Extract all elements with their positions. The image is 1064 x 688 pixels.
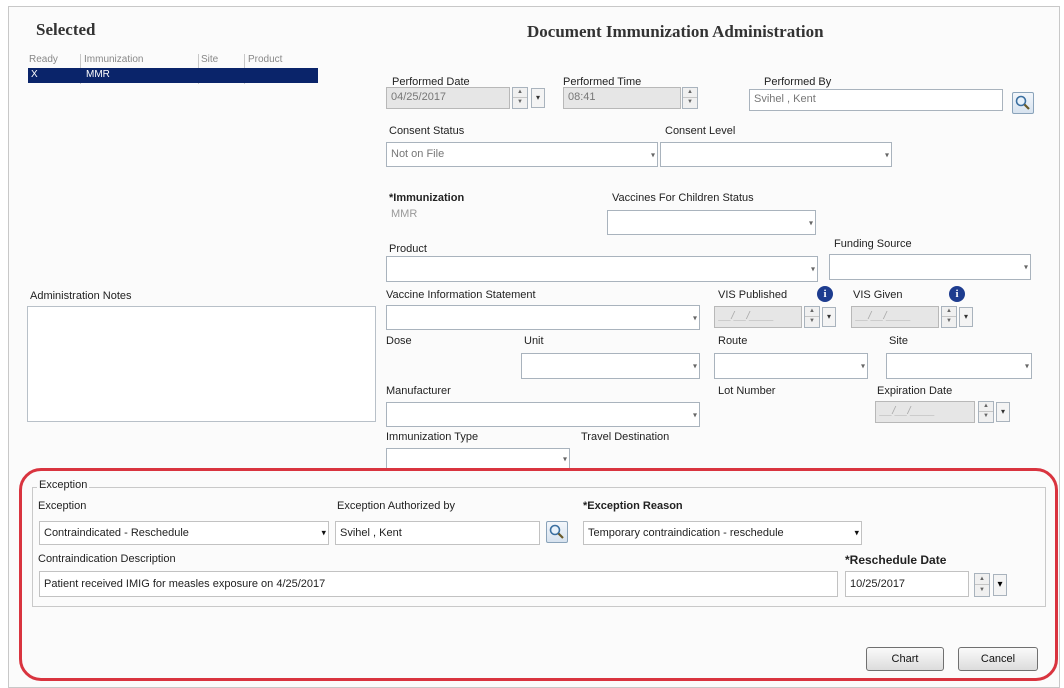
form-title: Document Immunization Administration [527,22,824,41]
chevron-down-icon: ▾ [692,313,697,322]
reschedule-date-dropdown[interactable]: ▾ [993,574,1007,596]
contra-desc-label: Contraindication Description [38,553,176,565]
consent-level-label: Consent Level [665,125,736,137]
row-ready: X [31,69,38,80]
expiration-date-dropdown[interactable]: ▾ [996,402,1010,422]
chevron-down-icon: ▾ [1024,361,1029,371]
immunization-label-text: Immunization [393,192,465,204]
row-immunization: MMR [86,69,110,80]
chevron-down-icon: ▾ [650,150,655,159]
product-label: Product [389,243,427,255]
site-label: Site [889,335,908,347]
immunization-type-label: Immunization Type [386,431,479,443]
dose-label: Dose [386,335,412,347]
unit-select[interactable]: ▾ [521,353,700,379]
vis-given-dropdown[interactable]: ▾ [959,307,973,327]
vis-label: Vaccine Information Statement [386,289,536,301]
performed-by-search-button[interactable] [1012,92,1034,114]
performed-time-spinner[interactable]: ▲ ▼ [682,87,698,109]
chevron-down-icon: ▾ [854,527,859,538]
travel-destination-label: Travel Destination [581,431,670,443]
immunization-value: MMR [391,208,418,220]
lot-number-label: Lot Number [718,385,776,397]
exception-select[interactable]: Contraindicated - Reschedule ▾ [39,521,329,545]
vis-given-spinner[interactable]: ▲ ▼ [941,306,957,328]
chevron-down-icon: ▾ [860,361,865,371]
reschedule-date-spinner[interactable]: ▲ ▼ [974,573,990,597]
vis-published-info-icon[interactable]: i [817,286,833,302]
unit-label: Unit [524,335,544,347]
consent-status-label: Consent Status [389,125,465,137]
consent-status-value: Not on File [391,148,445,160]
authorized-by-field[interactable]: Svihel , Kent [335,521,540,545]
vis-published-field[interactable]: __/__/____ [714,306,802,328]
product-select[interactable]: ▾ [386,256,818,282]
reschedule-date-field[interactable]: 10/25/2017 [845,571,969,597]
expiration-date-field[interactable]: __/__/____ [875,401,975,423]
admin-notes-label: Administration Notes [30,290,132,302]
performed-date-dropdown[interactable]: ▾ [531,88,545,108]
exception-reason-label: *Exception Reason [583,500,683,512]
exception-group-title: Exception [37,479,90,491]
authorized-by-label: Exception Authorized by [337,500,456,512]
funding-source-label: Funding Source [834,238,912,250]
chevron-down-icon: ▾ [562,454,567,464]
search-icon [549,524,564,539]
authorized-by-search-button[interactable] [546,521,568,543]
vis-published-label: VIS Published [718,289,788,301]
cancel-button[interactable]: Cancel [958,647,1038,671]
chevron-down-icon: ▾ [692,410,697,419]
performed-by-label: Performed By [764,76,832,88]
route-select[interactable]: ▾ [714,353,868,379]
reschedule-date-label: *Reschedule Date [845,553,947,567]
funding-source-select[interactable]: ▾ [829,254,1031,280]
expiration-date-label: Expiration Date [877,385,953,397]
route-label: Route [718,335,748,347]
search-icon [1015,95,1030,110]
selected-table-row[interactable]: X MMR [28,68,318,83]
immunization-type-select[interactable]: ▾ [386,448,570,470]
chart-button[interactable]: Chart [866,647,944,671]
chevron-down-icon: ▾ [808,218,813,227]
vis-published-spinner[interactable]: ▲ ▼ [804,306,820,328]
admin-notes-textarea[interactable] [27,306,376,422]
expiration-date-spinner[interactable]: ▲ ▼ [978,401,994,423]
consent-status-select[interactable]: Not on File ▾ [386,142,658,167]
manufacturer-select[interactable]: ▾ [386,402,700,427]
chevron-down-icon: ▾ [692,361,697,371]
performed-date-spinner[interactable]: ▲ ▼ [512,87,528,109]
chevron-down-icon: ▾ [810,264,815,274]
vis-given-label: VIS Given [853,289,903,301]
selected-title: Selected [36,20,96,39]
vfc-status-select[interactable]: ▾ [607,210,816,235]
consent-level-select[interactable]: ▾ [660,142,892,167]
chevron-down-icon: ▾ [321,527,326,538]
vis-published-dropdown[interactable]: ▾ [822,307,836,327]
exception-reason-select[interactable]: Temporary contraindication - reschedule … [583,521,862,545]
exception-value: Contraindicated - Reschedule [44,527,189,539]
site-select[interactable]: ▾ [886,353,1032,379]
contra-desc-field[interactable]: Patient received IMIG for measles exposu… [39,571,838,597]
exception-label: Exception [38,500,87,512]
vis-select[interactable]: ▾ [386,305,700,330]
immunization-label: *Immunization [389,192,464,204]
manufacturer-label: Manufacturer [386,385,451,397]
vis-given-field[interactable]: __/__/____ [851,306,939,328]
performed-time-field[interactable]: 08:41 [563,87,681,109]
exception-reason-value: Temporary contraindication - reschedule [588,527,784,539]
vis-given-info-icon[interactable]: i [949,286,965,302]
vfc-status-label: Vaccines For Children Status [612,192,754,204]
performed-by-field[interactable]: Svihel , Kent [749,89,1003,111]
chevron-down-icon: ▾ [1023,262,1028,272]
performed-date-field[interactable]: 04/25/2017 [386,87,510,109]
chevron-down-icon: ▾ [884,150,889,159]
